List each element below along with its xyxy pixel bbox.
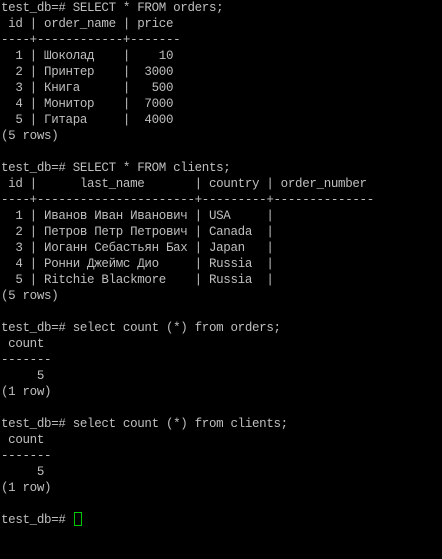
- prompt-text: test_db=#: [1, 513, 73, 527]
- prompt-line: test_db=# SELECT * FROM orders;: [1, 1, 224, 15]
- prompt-line: test_db=# SELECT * FROM clients;: [1, 161, 231, 175]
- table-separator: ----+------------+-------: [1, 33, 181, 47]
- table-header: count: [1, 337, 45, 351]
- table-row: 5: [1, 465, 45, 479]
- table-row: 3 | Иоганн Себастьян Бах | Japan |: [1, 241, 274, 255]
- table-row: 4 | Ронни Джеймс Дио | Russia |: [1, 257, 274, 271]
- table-separator: ----+----------------------+---------+--…: [1, 193, 374, 207]
- table-row: 3 | Книга | 500: [1, 81, 174, 95]
- table-header: count: [1, 433, 45, 447]
- table-row: 5 | Ritchie Blackmore | Russia |: [1, 273, 274, 287]
- row-count: (5 rows): [1, 129, 59, 143]
- table-separator: -------: [1, 353, 52, 367]
- table-row: 2 | Петров Петр Петрович | Canada |: [1, 225, 274, 239]
- prompt-line: test_db=# select count (*) from orders;: [1, 321, 281, 335]
- table-row: 1 | Иванов Иван Иванович | USA |: [1, 209, 274, 223]
- table-header: id | order_name | price: [1, 17, 174, 31]
- prompt-line: test_db=# select count (*) from clients;: [1, 417, 288, 431]
- table-row: 5 | Гитара | 4000: [1, 113, 174, 127]
- active-prompt-line[interactable]: test_db=#: [1, 512, 442, 528]
- cursor-block: [73, 512, 82, 526]
- table-row: 1 | Шоколад | 10: [1, 49, 174, 63]
- table-row: 2 | Принтер | 3000: [1, 65, 174, 79]
- table-header: id | last_name | country | order_number: [1, 177, 367, 191]
- table-row: 5: [1, 369, 45, 383]
- terminal-window[interactable]: test_db=# SELECT * FROM orders; id | ord…: [1, 0, 442, 559]
- row-count: (1 row): [1, 481, 52, 495]
- table-separator: -------: [1, 449, 52, 463]
- row-count: (1 row): [1, 385, 52, 399]
- table-row: 4 | Монитор | 7000: [1, 97, 174, 111]
- row-count: (5 rows): [1, 289, 59, 303]
